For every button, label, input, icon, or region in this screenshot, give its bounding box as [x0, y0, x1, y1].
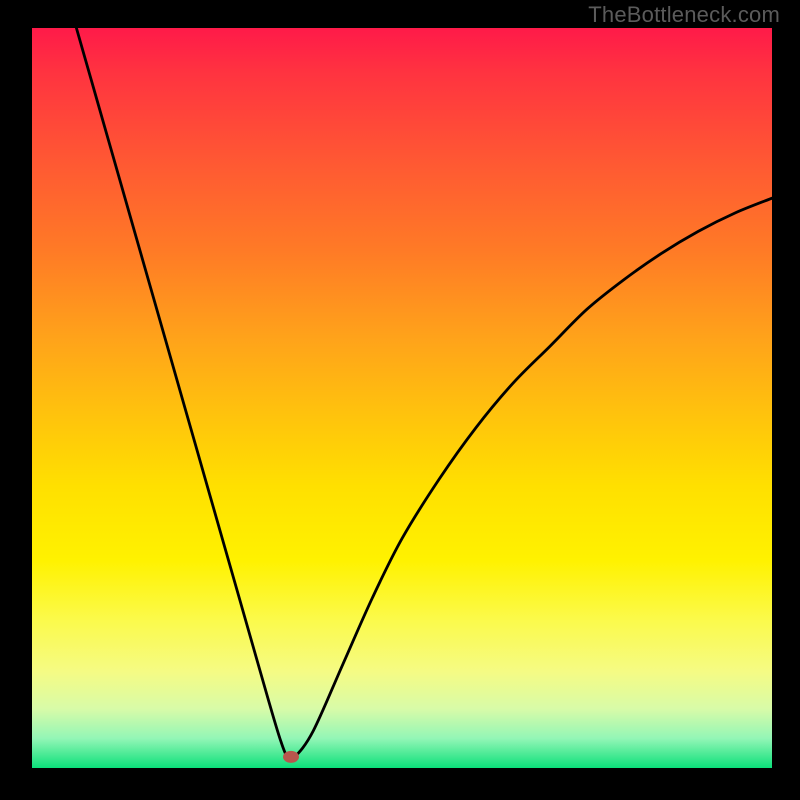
- optimum-marker: [283, 751, 299, 763]
- chart-svg: [32, 28, 772, 768]
- watermark-text: TheBottleneck.com: [588, 2, 780, 28]
- bottleneck-curve: [76, 28, 772, 760]
- chart-plot-area: [32, 28, 772, 768]
